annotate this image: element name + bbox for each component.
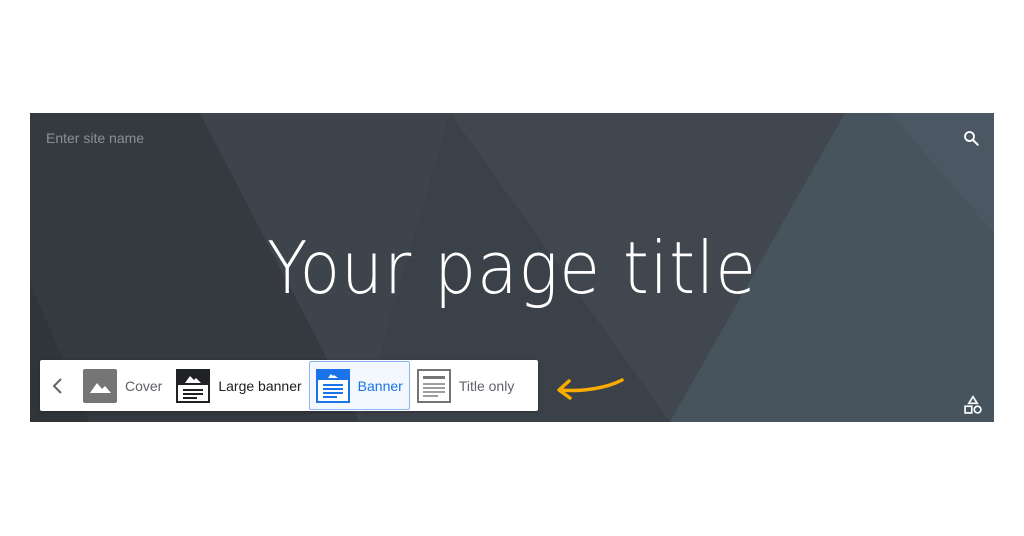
title-only-layout-icon bbox=[416, 368, 451, 403]
layout-option-label: Title only bbox=[458, 377, 515, 394]
page: Your page title Cover bbox=[0, 0, 1024, 536]
large-banner-layout-icon bbox=[176, 368, 211, 403]
cover-layout-icon bbox=[83, 368, 117, 403]
layout-option-banner[interactable]: Banner bbox=[308, 361, 410, 410]
search-button[interactable] bbox=[960, 127, 982, 149]
banner-layout-icon bbox=[315, 368, 350, 403]
layout-option-large-banner[interactable]: Large banner bbox=[169, 361, 308, 410]
page-title[interactable]: Your page title bbox=[69, 226, 956, 310]
back-button[interactable] bbox=[40, 360, 76, 411]
layout-option-cover[interactable]: Cover bbox=[76, 361, 169, 410]
site-name-input[interactable] bbox=[46, 130, 306, 146]
shapes-icon bbox=[964, 395, 982, 414]
curved-arrow-icon bbox=[557, 378, 624, 400]
search-icon bbox=[964, 131, 979, 146]
layout-option-label: Cover bbox=[125, 377, 163, 394]
layout-option-label: Banner bbox=[357, 377, 403, 394]
theme-button[interactable] bbox=[962, 394, 984, 416]
chevron-left-icon bbox=[52, 377, 62, 394]
header-layout-picker: Cover Large banner Banner Title only bbox=[40, 360, 538, 411]
layout-option-label: Large banner bbox=[218, 377, 302, 394]
layout-option-title-only[interactable]: Title only bbox=[410, 361, 522, 410]
